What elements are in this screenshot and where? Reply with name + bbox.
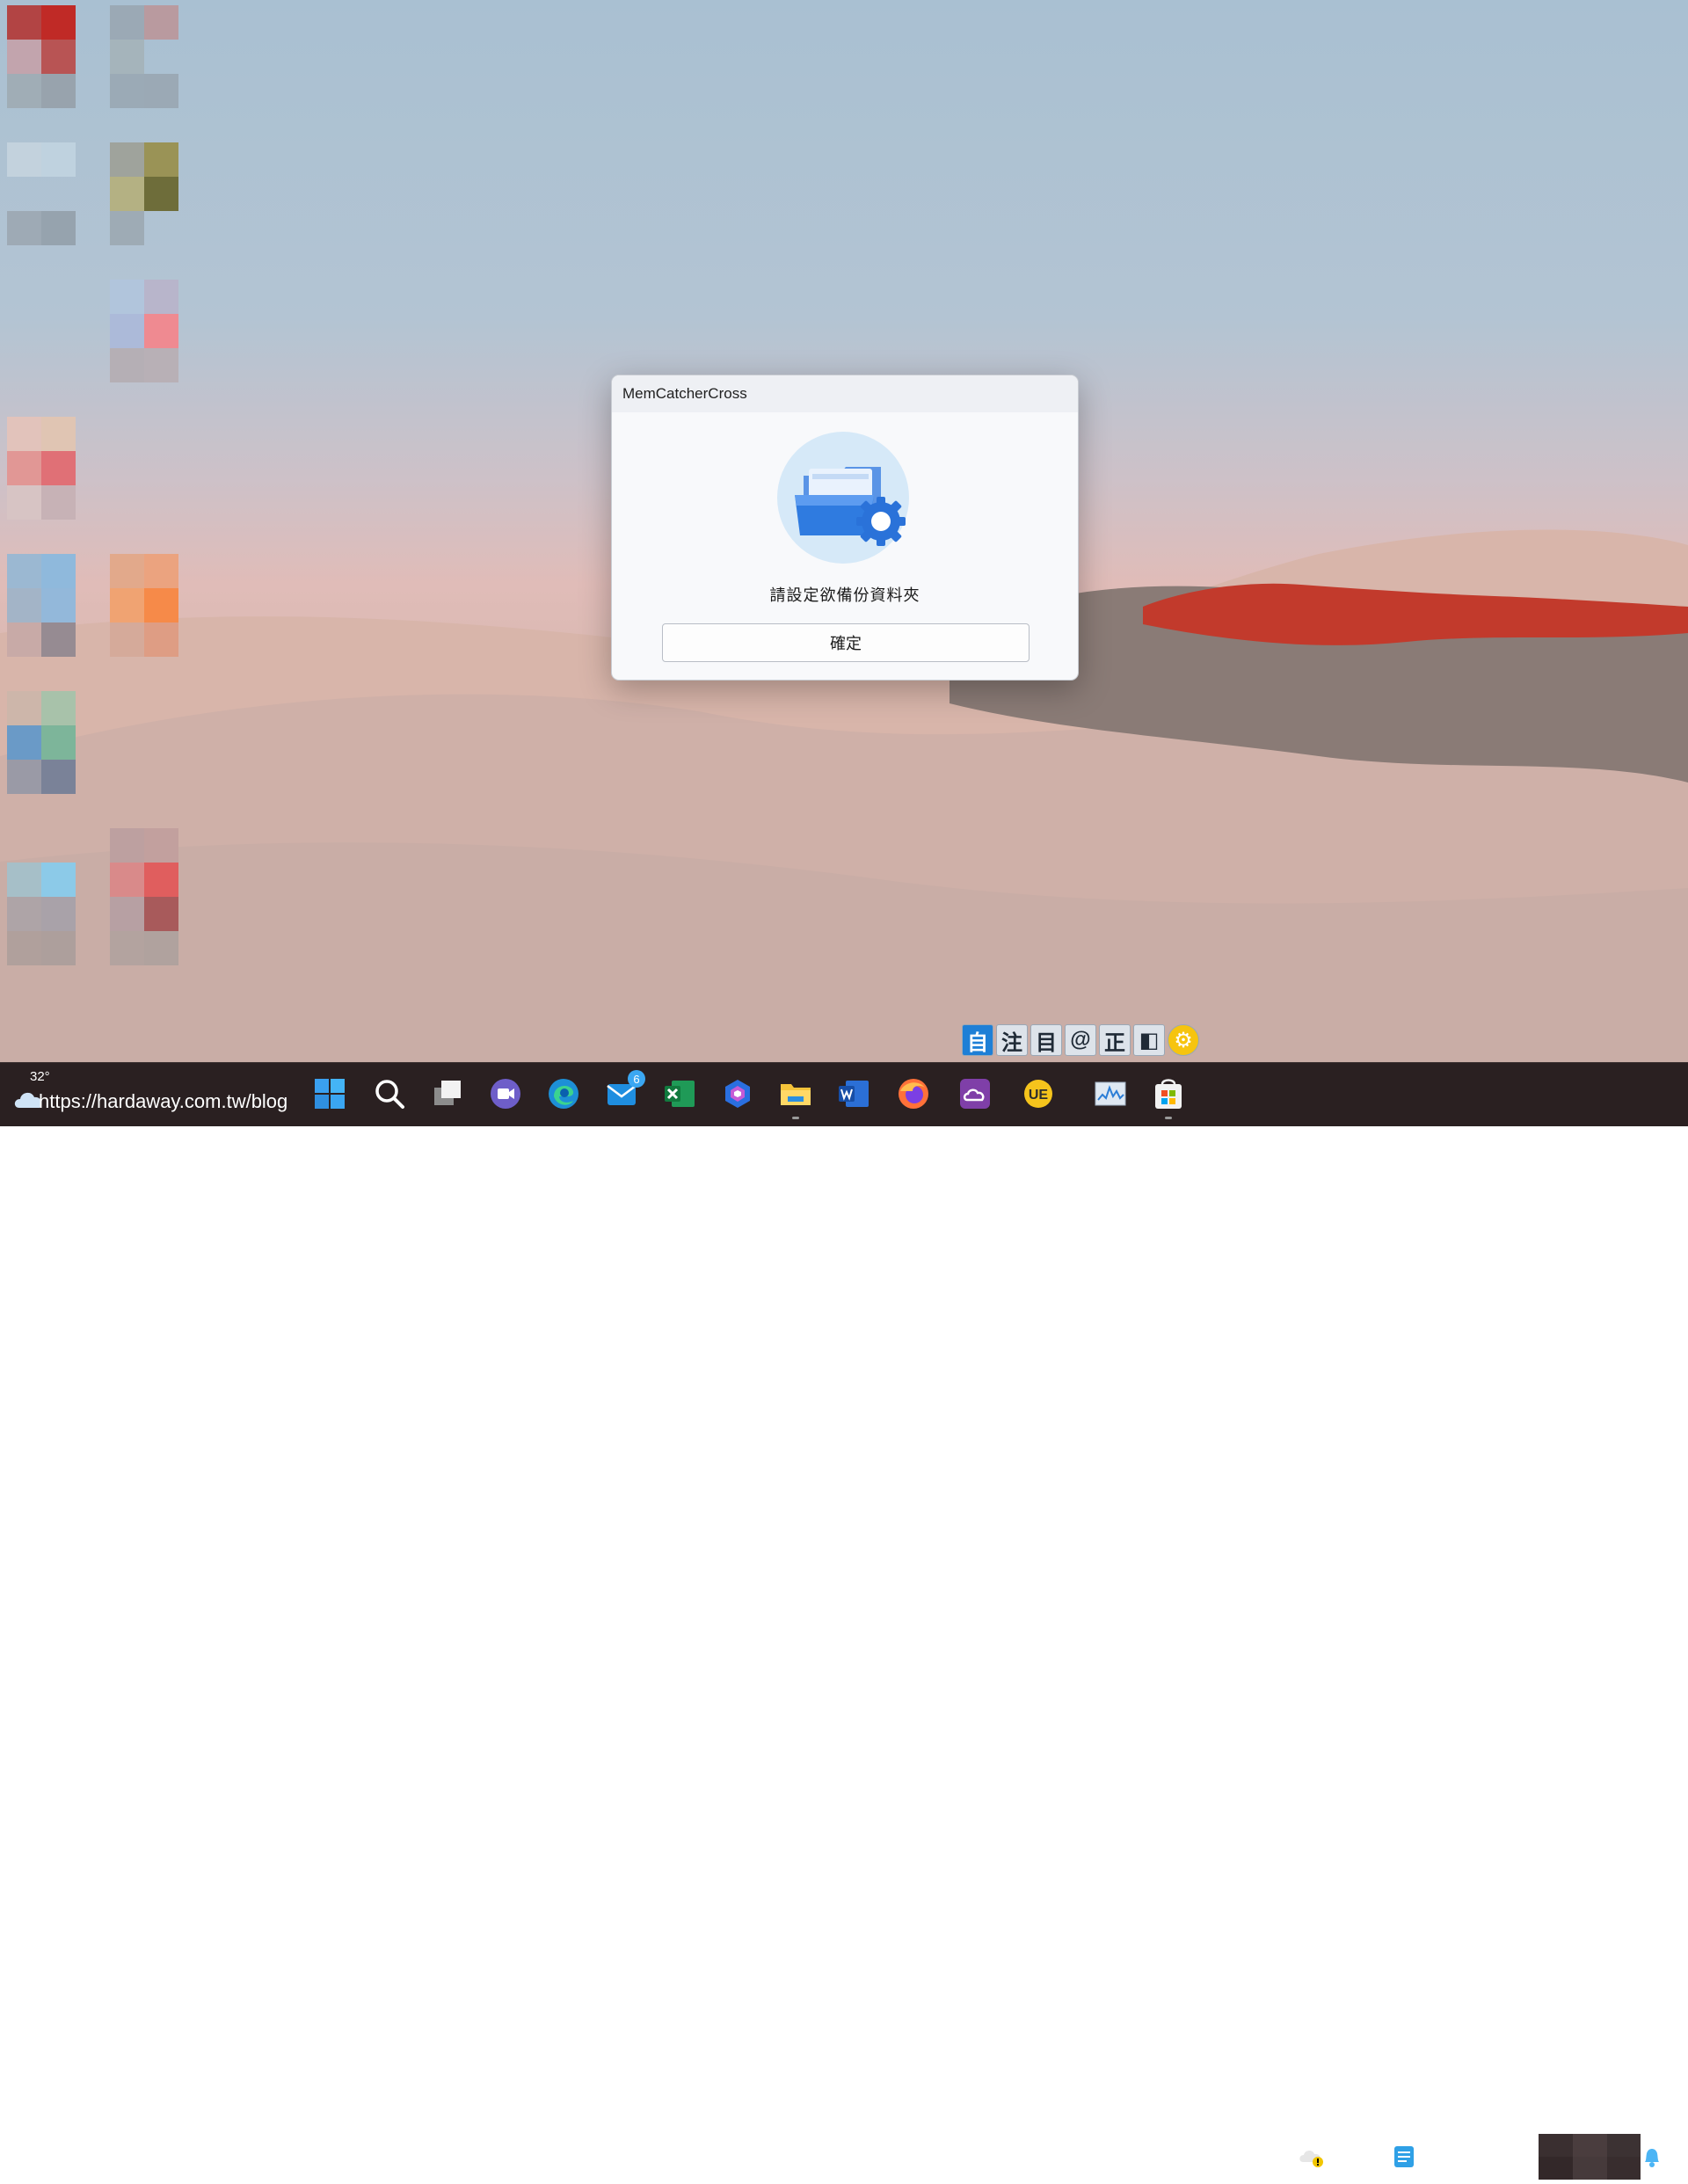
ime-list-button[interactable]: 目 — [1030, 1024, 1062, 1056]
store-icon — [1155, 1079, 1182, 1109]
ultraedit-button[interactable]: UE — [1018, 1074, 1059, 1114]
ultraedit-icon: UE — [1024, 1080, 1052, 1108]
ime-phonetic-button[interactable]: 注 — [996, 1024, 1028, 1056]
task-view-button[interactable] — [427, 1074, 468, 1114]
cloud-icon — [960, 1079, 990, 1109]
edge-button[interactable] — [543, 1074, 584, 1114]
ime-tray-button[interactable]: 中 — [1340, 2141, 1370, 2173]
ime-symbol-button[interactable]: @ — [1065, 1024, 1096, 1056]
folder-gear-icon — [777, 432, 909, 564]
copilot-icon — [725, 1080, 750, 1108]
dialog-titlebar[interactable]: MemCatcherCross — [612, 375, 1078, 412]
start-button[interactable] — [309, 1074, 350, 1114]
copilot-button[interactable] — [717, 1074, 758, 1114]
onedrive-tray-button[interactable] — [1296, 2141, 1328, 2173]
notifications-button[interactable] — [1637, 2141, 1667, 2173]
show-hidden-icons-button[interactable] — [1255, 2141, 1282, 2173]
resource-monitor-button[interactable] — [1090, 1074, 1131, 1114]
battery-charging-icon — [1505, 2147, 1528, 2166]
blog-url-watermark: https://hardaway.com.tw/blog — [39, 1090, 288, 1112]
mail-button[interactable]: 6 — [601, 1070, 645, 1114]
weather-temperature: 32° — [30, 1069, 50, 1084]
video-chat-icon — [491, 1079, 520, 1109]
ime-fullwidth-button[interactable]: 正 — [1099, 1024, 1131, 1056]
word-button[interactable] — [833, 1074, 874, 1114]
word-icon — [839, 1081, 869, 1107]
excel-icon — [665, 1081, 695, 1107]
mail-unread-badge: 6 — [628, 1070, 645, 1088]
desktop: MemCatcherCross 請設定欲備份資料夾 確定 自 注 目 @ 正 ◧… — [0, 0, 1688, 1062]
edge-icon — [549, 1079, 578, 1109]
task-view-icon — [434, 1081, 461, 1105]
volume-muted-icon — [1474, 2147, 1496, 2166]
desktop-icons-blurred[interactable] — [7, 5, 213, 965]
memcatcher-dialog[interactable]: MemCatcherCross 請設定欲備份資料夾 確定 — [611, 375, 1079, 681]
windows-icon — [315, 1079, 345, 1109]
search-icon — [375, 1080, 404, 1109]
excel-button[interactable] — [659, 1074, 700, 1114]
file-explorer-button[interactable] — [775, 1074, 816, 1119]
dialog-message: 請設定欲備份資料夾 — [769, 586, 920, 604]
dialog-title: MemCatcherCross — [622, 385, 747, 402]
notes-tray-button[interactable] — [1389, 2141, 1419, 2173]
bell-icon — [1645, 2149, 1659, 2167]
monitor-chart-icon — [1095, 1081, 1126, 1106]
teams-meet-button[interactable] — [485, 1074, 526, 1114]
cloud-app-button[interactable] — [955, 1074, 995, 1114]
ime-settings-button[interactable]: ⚙ — [1168, 1024, 1199, 1056]
notepad-icon — [1394, 2146, 1414, 2167]
microsoft-store-button[interactable] — [1148, 1074, 1189, 1119]
ime-mode-button[interactable]: 自 — [962, 1024, 993, 1056]
folder-icon — [781, 1084, 811, 1105]
ime-halfwidth-button[interactable]: ◧ — [1133, 1024, 1165, 1056]
volume-button[interactable] — [1470, 2141, 1500, 2173]
ime-language-label: 中 — [1344, 2147, 1364, 2169]
battery-button[interactable] — [1502, 2141, 1533, 2173]
chevron-up-icon — [1262, 2151, 1276, 2160]
search-button[interactable] — [369, 1074, 410, 1114]
firefox-icon — [899, 1079, 928, 1109]
clock-blurred[interactable] — [1539, 2134, 1641, 2180]
wifi-icon — [1442, 2148, 1465, 2166]
wifi-button[interactable] — [1438, 2141, 1468, 2173]
cloud-warning-icon — [1299, 2150, 1323, 2167]
ok-button[interactable]: 確定 — [662, 623, 1030, 662]
ime-toolbar[interactable]: 自 注 目 @ 正 ◧ ⚙ — [962, 1024, 1199, 1056]
svg-text:UE: UE — [1029, 1088, 1049, 1103]
firefox-button[interactable] — [893, 1074, 934, 1114]
